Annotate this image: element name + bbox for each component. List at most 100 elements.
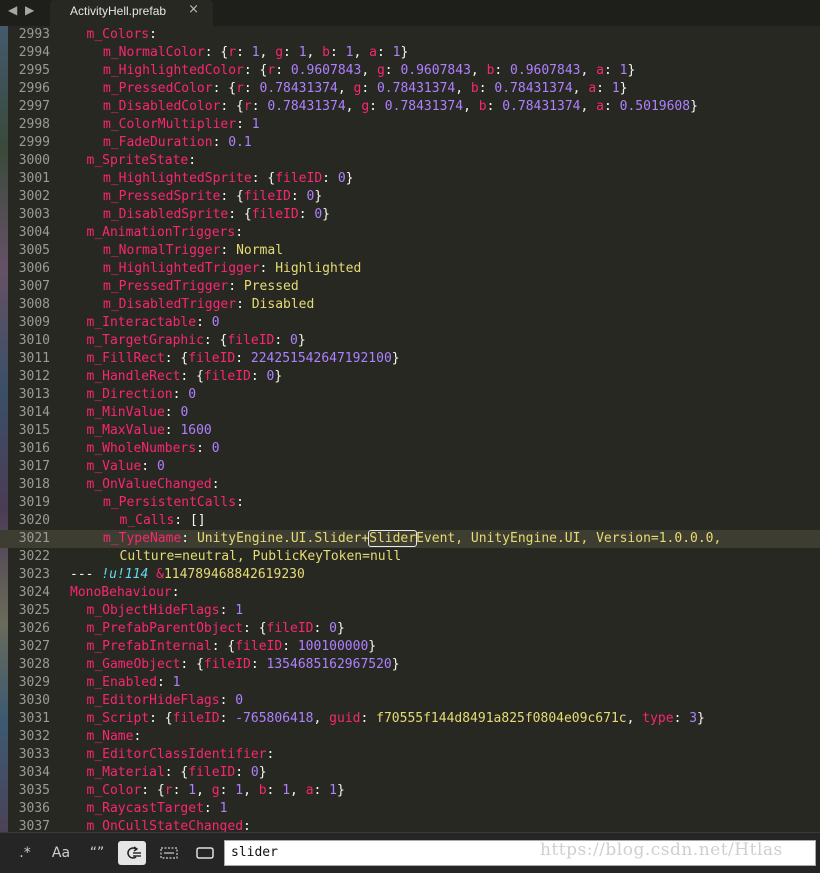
case-sensitive-toggle-button[interactable]: Aa <box>48 841 74 865</box>
code-token: !u!114 <box>101 567 149 582</box>
code-token: m_EditorHideFlags <box>86 693 220 708</box>
code-line[interactable]: 3036 m_RaycastTarget: 1 <box>0 800 820 818</box>
code-token: m_Value <box>86 459 142 474</box>
code-token: 1 <box>251 117 260 132</box>
code-token: : { <box>164 351 189 366</box>
tab-activityhell-prefab[interactable]: ActivityHell.prefab × <box>50 0 213 26</box>
code-line[interactable]: 3013 m_Direction: 0 <box>0 386 820 404</box>
in-selection-toggle-button[interactable] <box>156 841 182 865</box>
code-line[interactable]: 3023 --- !u!114 &114789468842619230 <box>0 566 820 584</box>
code-editor[interactable]: 2993 m_Colors: 2994 m_NormalColor: {r: 1, g… <box>0 26 820 832</box>
code-token: UnityEngine.UI.Slider+ <box>196 531 370 546</box>
code-line[interactable]: 3010 m_TargetGraphic: {fileID: 0} <box>0 332 820 350</box>
line-number: 2995 <box>18 63 50 78</box>
code-text: m_HandleRect: {fileID: 0} <box>87 368 283 386</box>
code-line[interactable]: 2996 m_PressedColor: {r: 0.78431374, g: 0… <box>0 80 820 98</box>
code-line[interactable]: 3012 m_HandleRect: {fileID: 0} <box>0 368 820 386</box>
code-line[interactable]: 2993 m_Colors: <box>0 26 820 44</box>
code-line[interactable]: 3034 m_Material: {fileID: 0} <box>0 764 820 782</box>
code-token: Pressed <box>243 279 299 294</box>
code-line[interactable]: 3018 m_OnValueChanged: <box>0 476 820 494</box>
code-token: m_PressedTrigger <box>103 279 229 294</box>
code-text: m_Value: 0 <box>87 458 165 476</box>
line-number: 3008 <box>18 297 50 312</box>
code-line[interactable]: 3002 m_PressedSprite: {fileID: 0} <box>0 188 820 206</box>
close-icon[interactable]: × <box>188 2 199 17</box>
code-line[interactable]: 3011 m_FillRect: {fileID: 224251542647192… <box>0 350 820 368</box>
whole-word-toggle-button[interactable]: “” <box>84 841 110 865</box>
regex-toggle-button[interactable]: .* <box>12 841 38 865</box>
code-token: : <box>376 45 393 60</box>
code-line[interactable]: 3037 m_OnCullStateChanged: <box>0 818 820 832</box>
code-line[interactable]: 2998 m_ColorMultiplier: 1 <box>0 116 820 134</box>
code-line[interactable]: 3029 m_Enabled: 1 <box>0 674 820 692</box>
code-line[interactable]: 3025 m_ObjectHideFlags: 1 <box>0 602 820 620</box>
highlight-matches-toggle-button[interactable] <box>192 841 218 865</box>
code-line[interactable]: 2995 m_HighlightedColor: {r: 0.9607843, g… <box>0 62 820 80</box>
code-line[interactable]: 3000 m_SpriteState: <box>0 152 820 170</box>
tab-nav-arrows[interactable]: ◀ ▶ <box>8 3 36 17</box>
line-number: 3014 <box>18 405 50 420</box>
code-line[interactable]: 3028 m_GameObject: {fileID: 1354685162967… <box>0 656 820 674</box>
code-token: : <box>236 297 252 312</box>
code-token: : <box>156 675 173 690</box>
code-line[interactable]: 3020 m_Calls: [] <box>0 512 820 530</box>
code-line[interactable]: 3006 m_HighlightedTrigger: Highlighted <box>0 260 820 278</box>
code-text: --- !u!114 &114789468842619230 <box>70 566 305 584</box>
code-line[interactable]: 3017 m_Value: 0 <box>0 458 820 476</box>
code-token: , <box>353 45 370 60</box>
code-token: : <box>603 63 620 78</box>
code-line[interactable]: 3021 m_TypeName: UnityEngine.UI.Slider+Sl… <box>0 530 820 548</box>
code-line[interactable]: 3030 m_EditorHideFlags: 0 <box>0 692 820 710</box>
line-number: 3037 <box>18 819 50 832</box>
code-line[interactable]: 3033 m_EditorClassIdentifier: <box>0 746 820 764</box>
code-line[interactable]: 3022 Culture=neutral, PublicKeyToken=null <box>0 548 820 566</box>
code-line[interactable]: 3005 m_NormalTrigger: Normal <box>0 242 820 260</box>
code-token: , <box>306 45 323 60</box>
code-token: fileID <box>188 351 236 366</box>
code-text: m_Material: {fileID: 0} <box>87 764 267 782</box>
code-token: m_Enabled <box>86 675 157 690</box>
code-line[interactable]: 3031 m_Script: {fileID: -765806418, guid:… <box>0 710 820 728</box>
code-token: 0 <box>188 387 197 402</box>
code-text: m_Calls: [] <box>120 512 206 530</box>
code-line[interactable]: 3026 m_PrefabParentObject: {fileID: 0} <box>0 620 820 638</box>
code-token: : <box>282 639 298 654</box>
tab-title: ActivityHell.prefab <box>70 4 167 18</box>
code-token: r <box>164 783 173 798</box>
code-token: 0 <box>290 333 298 348</box>
code-token: 1 <box>172 675 181 690</box>
code-line[interactable]: 2997 m_DisabledColor: {r: 0.78431374, g: … <box>0 98 820 116</box>
code-line[interactable]: 3032 m_Name: <box>0 728 820 746</box>
code-line[interactable]: 3008 m_DisabledTrigger: Disabled <box>0 296 820 314</box>
code-line[interactable]: 2999 m_FadeDuration: 0.1 <box>0 134 820 152</box>
in-selection-icon <box>160 847 178 859</box>
code-line[interactable]: 3024 MonoBehaviour: <box>0 584 820 602</box>
code-token: : <box>164 423 181 438</box>
code-line[interactable]: 3015 m_MaxValue: 1600 <box>0 422 820 440</box>
code-line[interactable]: 3035 m_Color: {r: 1, g: 1, b: 1, a: 1} <box>0 782 820 800</box>
code-line[interactable]: 3016 m_WholeNumbers: 0 <box>0 440 820 458</box>
code-line[interactable]: 3009 m_Interactable: 0 <box>0 314 820 332</box>
code-line[interactable]: 3003 m_DisabledSprite: {fileID: 0} <box>0 206 820 224</box>
code-token: : <box>275 63 291 78</box>
code-line[interactable]: 3014 m_MinValue: 0 <box>0 404 820 422</box>
wrap-toggle-button[interactable] <box>118 841 146 865</box>
code-line[interactable]: 3004 m_AnimationTriggers: <box>0 224 820 242</box>
line-number: 3012 <box>18 369 50 384</box>
code-line[interactable]: 3001 m_HighlightedSprite: {fileID: 0} <box>0 170 820 188</box>
code-token: : <box>236 45 252 60</box>
code-line[interactable]: 2994 m_NormalColor: {r: 1, g: 1, b: 1, a:… <box>0 44 820 62</box>
code-text: Culture=neutral, PublicKeyToken=null <box>120 548 402 566</box>
code-token: : <box>330 45 346 60</box>
code-text: m_PrefabParentObject: {fileID: 0} <box>87 620 345 638</box>
code-token: 0.9607843 <box>400 63 471 78</box>
code-line[interactable]: 3019 m_PersistentCalls: <box>0 494 820 512</box>
line-number: 3000 <box>18 153 50 168</box>
code-token: 224251542647192100 <box>250 351 392 366</box>
line-number: 2999 <box>18 135 50 150</box>
code-token: : { <box>164 765 189 780</box>
line-number: 3035 <box>18 783 50 798</box>
code-line[interactable]: 3007 m_PressedTrigger: Pressed <box>0 278 820 296</box>
code-line[interactable]: 3027 m_PrefabInternal: {fileID: 100100000… <box>0 638 820 656</box>
